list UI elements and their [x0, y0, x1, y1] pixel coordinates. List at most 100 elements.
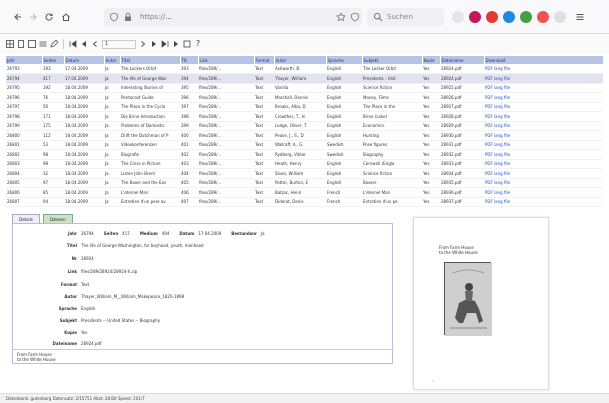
table-row[interactable]: 26800 112 18.04.2009 Ja Drift the Dutchman o…: [6, 130, 603, 141]
checkbox-icon[interactable]: [183, 40, 191, 48]
grid-icon[interactable]: [28, 40, 36, 48]
play-icon[interactable]: [172, 40, 180, 48]
search-bar[interactable]: Suchen: [367, 8, 444, 26]
download-link[interactable]: PDF lang file: [484, 178, 603, 188]
field-value[interactable]: 17.04.2009: [198, 231, 221, 236]
field-value[interactable]: Ja: [261, 231, 265, 236]
field-value[interactable]: files/289/28924/28924-h.zip: [81, 269, 137, 274]
extension-icon[interactable]: [520, 11, 532, 23]
field-value[interactable]: 494: [162, 231, 170, 236]
table-cell: Brine (Lake): [362, 111, 422, 122]
extension-icon[interactable]: [537, 11, 549, 23]
download-link[interactable]: PDF lang file: [484, 111, 603, 122]
help-button[interactable]: ?: [194, 40, 202, 48]
detail-row-nr: Nr 28924: [13, 254, 94, 262]
table-row[interactable]: 26807 94 18.04.2009 Ja Entretien d'un pere a…: [6, 197, 603, 207]
table-cell: 26803: [6, 159, 42, 169]
column-header[interactable]: TB: [180, 56, 199, 64]
field-value[interactable]: 28924.pdf: [81, 341, 101, 346]
last-page-icon[interactable]: [161, 40, 169, 48]
table-row[interactable]: 26801 53 18.04.2009 Ja Videokonferenzen 401 fi…: [6, 140, 603, 150]
column-header[interactable]: Dateiname: [440, 56, 485, 64]
column-header[interactable]: Jahr: [6, 56, 43, 64]
notes-field[interactable]: From Farm House to the White House: [13, 349, 394, 365]
column-header[interactable]: Link: [198, 56, 255, 64]
extension-icon[interactable]: [469, 11, 481, 23]
field-value[interactable]: Yes: [81, 330, 87, 335]
first-page-icon[interactable]: [69, 40, 77, 48]
prev-page-icon[interactable]: [80, 40, 88, 48]
table-row[interactable]: 26797 56 18.04.2009 Ja The Place in the Cycl…: [6, 102, 603, 112]
column-header[interactable]: Sprache: [326, 56, 363, 64]
menu-button[interactable]: [574, 11, 586, 23]
download-link[interactable]: PDF lang file: [484, 64, 603, 74]
column-header[interactable]: Titel: [120, 56, 181, 64]
table-row[interactable]: 26793 193 17.04.2009 Ja The Lockers Orbit 393…: [6, 64, 603, 74]
table-row[interactable]: 26796 76 18.04.2009 Ja Pentecost Guide 396 fil…: [6, 92, 603, 103]
extension-icon[interactable]: [554, 11, 566, 23]
column-header[interactable]: Download: [484, 56, 604, 64]
next-page-icon[interactable]: [150, 40, 158, 48]
shield-icon[interactable]: [109, 12, 119, 22]
column-header[interactable]: Format: [254, 56, 275, 64]
table-row[interactable]: 26798 171 18.04.2009 Ja Die Brine Introducti…: [6, 111, 603, 122]
extension-icon[interactable]: [503, 11, 515, 23]
bookmark-star-icon[interactable]: [336, 12, 346, 22]
download-link[interactable]: PDF lang file: [484, 168, 603, 179]
table-row[interactable]: 26794 417 17.04.2009 Ja The life of George W…: [6, 73, 603, 84]
download-link[interactable]: PDF lang file: [484, 121, 603, 131]
field-value[interactable]: 417: [122, 231, 130, 236]
table-row[interactable]: 26806 85 18.04.2009 Ja L'eternel Mari 406 file…: [6, 187, 603, 198]
table-cell: 401: [180, 140, 198, 150]
table-row[interactable]: 26803 98 18.04.2009 Ja The Cross in Picture 4…: [6, 159, 603, 169]
download-link[interactable]: PDF lang file: [484, 159, 603, 169]
download-link[interactable]: PDF lang file: [484, 83, 603, 93]
lock-icon[interactable]: [123, 12, 133, 22]
forward-button[interactable]: [27, 11, 39, 23]
home-button[interactable]: [60, 11, 72, 23]
column-header[interactable]: Kopie: [422, 56, 441, 64]
table-row[interactable]: 26804 32 18.04.2009 Ja Listen John Brent 404 f…: [6, 168, 603, 179]
field-value[interactable]: 26794: [81, 231, 94, 236]
download-link[interactable]: PDF lang file: [484, 187, 603, 198]
table-row[interactable]: 26805 97 18.04.2009 Ja The Boxer and the Eas…: [6, 178, 603, 188]
prev-icon[interactable]: [91, 40, 99, 48]
grid-icon[interactable]: [6, 40, 14, 48]
column-header[interactable]: Autor: [104, 56, 121, 64]
table-cell: files/289/...: [198, 73, 254, 84]
document-icon[interactable]: [17, 40, 25, 48]
pdf-preview[interactable]: From Farm House to the White House 1: [413, 217, 549, 390]
field-value[interactable]: English: [81, 306, 95, 311]
table-row[interactable]: 26799 175 18.04.2009 Ja Problems of Domestic…: [6, 121, 603, 131]
reload-button[interactable]: [43, 11, 55, 23]
field-value[interactable]: Presidents -- United States -- Biography: [81, 318, 160, 323]
download-link[interactable]: PDF lang file: [484, 197, 603, 207]
table-row[interactable]: 26795 192 18.04.2009 Ja Interesting Stories …: [6, 83, 603, 93]
download-link[interactable]: PDF lang file: [484, 130, 603, 141]
column-header[interactable]: Seiten: [42, 56, 65, 64]
download-link[interactable]: PDF lang file: [484, 149, 603, 160]
table-row[interactable]: 26802 98 18.04.2009 Ja Biografie 402 files/289…: [6, 149, 603, 160]
edit-icon[interactable]: [50, 40, 58, 48]
download-link[interactable]: PDF lang file: [484, 102, 603, 112]
next-icon[interactable]: [139, 40, 147, 48]
download-link[interactable]: PDF lang file: [484, 92, 603, 103]
column-header[interactable]: Datum: [64, 56, 105, 64]
field-value[interactable]: Text: [81, 282, 89, 287]
field-value[interactable]: Thayer_William_M__William_Makepeace_1820…: [81, 294, 184, 299]
grid-icon[interactable]: [39, 40, 47, 48]
field-value[interactable]: The life of George Washington, for boyho…: [81, 243, 204, 248]
table-cell: Drift the Dutchman of P: [120, 130, 180, 141]
field-value[interactable]: 28924: [81, 256, 94, 261]
column-header[interactable]: Autor: [274, 56, 327, 64]
page-number-field[interactable]: 1: [102, 39, 136, 49]
extension-icon[interactable]: [452, 11, 464, 23]
shield-icon[interactable]: [350, 12, 360, 22]
extension-icon[interactable]: [486, 11, 498, 23]
download-link[interactable]: PDF lang file: [484, 73, 603, 84]
url-bar[interactable]: https://...: [104, 8, 362, 26]
table-cell: Text: [254, 168, 274, 179]
back-button[interactable]: [12, 11, 24, 23]
column-header[interactable]: Subjekt: [362, 56, 423, 64]
download-link[interactable]: PDF lang file: [484, 140, 603, 150]
